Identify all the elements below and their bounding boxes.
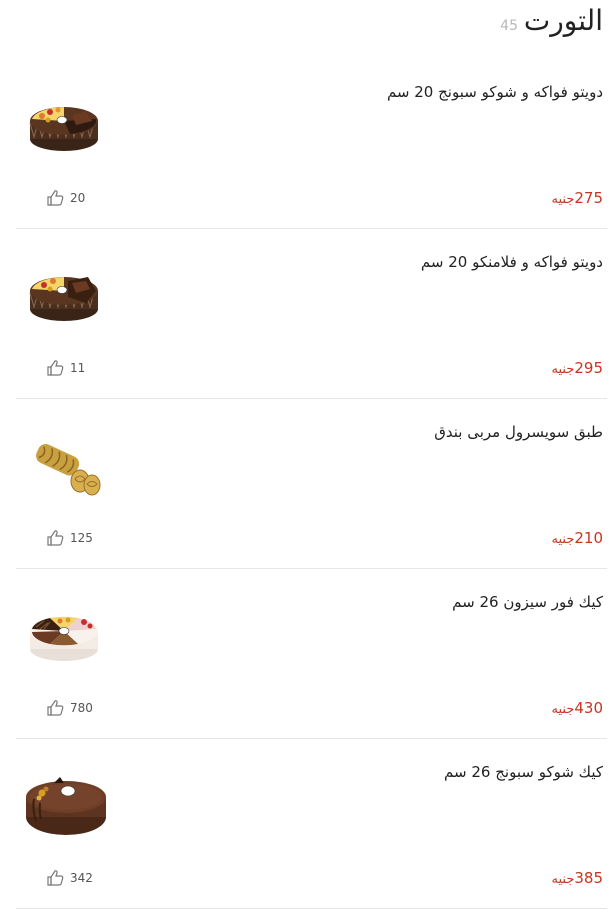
product-price: 430جنيه — [552, 699, 604, 717]
product-name[interactable]: كيك شوكو سبونج 26 سم — [444, 763, 603, 781]
page-title: التورت — [523, 4, 603, 37]
price-currency: جنيه — [551, 872, 575, 887]
product-image[interactable] — [20, 259, 108, 331]
product-image[interactable] — [20, 769, 108, 841]
product-name[interactable]: دويتو فواكه و شوكو سبونج 20 سم — [387, 83, 603, 101]
like-count: 780 — [70, 701, 93, 715]
thumbs-up-icon[interactable] — [46, 529, 66, 547]
product-list: دويتو فواكه و شوكو سبونج 20 سم 275جنيه 2… — [16, 59, 607, 909]
product-item[interactable]: دويتو فواكه و شوكو سبونج 20 سم 275جنيه 2… — [16, 59, 607, 229]
product-item[interactable]: دويتو فواكه و فلامنكو 20 سم 295جنيه 11 — [16, 229, 607, 399]
product-price: 385جنيه — [552, 869, 604, 887]
product-item[interactable]: كيك شوكو سبونج 26 سم 385جنيه 342 — [16, 739, 607, 909]
like-counter[interactable]: 11 — [46, 359, 85, 377]
product-name[interactable]: طبق سويسرول مربى بندق — [434, 423, 603, 441]
like-counter[interactable]: 780 — [46, 699, 93, 717]
like-counter[interactable]: 125 — [46, 529, 93, 547]
price-currency: جنيه — [551, 192, 575, 207]
like-counter[interactable]: 20 — [46, 189, 85, 207]
product-item[interactable]: طبق سويسرول مربى بندق 210جنيه 125 — [16, 399, 607, 569]
product-image[interactable] — [20, 89, 108, 161]
price-currency: جنيه — [551, 362, 575, 377]
product-price: 295جنيه — [552, 359, 604, 377]
item-count: 45 — [500, 18, 518, 34]
price-currency: جنيه — [551, 702, 575, 717]
thumbs-up-icon[interactable] — [46, 699, 66, 717]
like-count: 20 — [70, 191, 86, 205]
product-name[interactable]: كيك فور سيزون 26 سم — [452, 593, 603, 611]
product-price: 275جنيه — [552, 189, 604, 207]
product-price: 210جنيه — [552, 529, 604, 547]
page-header: 45 التورت — [0, 0, 615, 60]
thumbs-up-icon[interactable] — [46, 869, 66, 887]
like-count: 11 — [70, 361, 86, 375]
product-item[interactable]: كيك فور سيزون 26 سم 430جنيه 780 — [16, 569, 607, 739]
price-value: 275 — [574, 189, 603, 207]
price-currency: جنيه — [551, 532, 575, 547]
price-value: 430 — [574, 699, 603, 717]
price-value: 385 — [574, 869, 603, 887]
like-counter[interactable]: 342 — [46, 869, 93, 887]
price-value: 210 — [574, 529, 603, 547]
thumbs-up-icon[interactable] — [46, 189, 66, 207]
price-value: 295 — [574, 359, 603, 377]
product-name[interactable]: دويتو فواكه و فلامنكو 20 سم — [421, 253, 603, 271]
like-count: 125 — [70, 531, 93, 545]
thumbs-up-icon[interactable] — [46, 359, 66, 377]
product-image[interactable] — [20, 429, 108, 501]
product-image[interactable] — [20, 599, 108, 671]
like-count: 342 — [70, 871, 93, 885]
